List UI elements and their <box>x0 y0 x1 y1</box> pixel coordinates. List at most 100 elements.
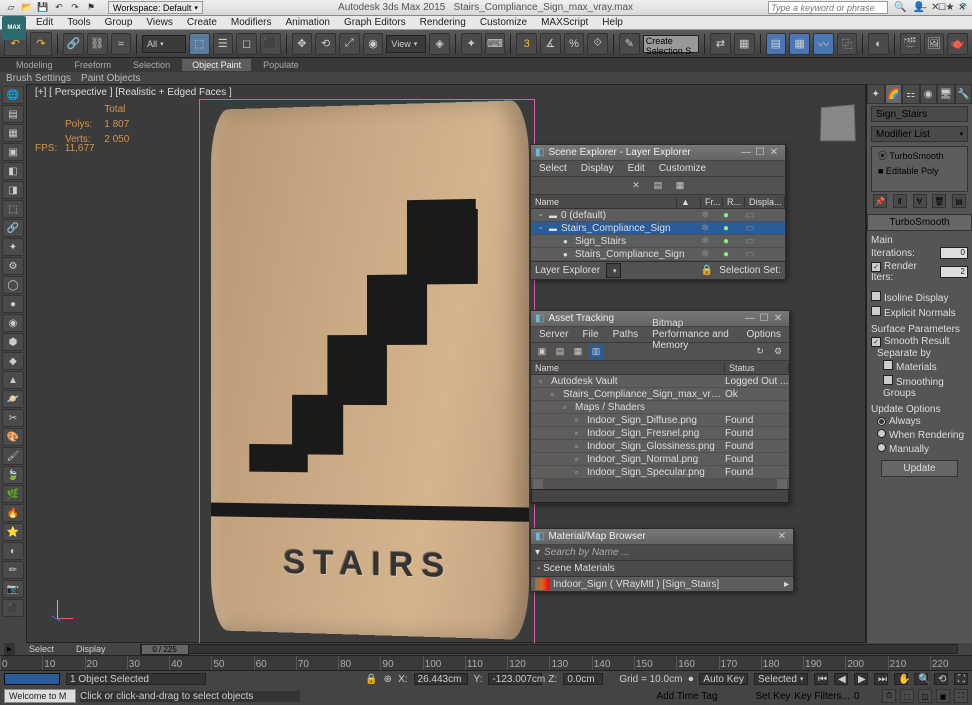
transform-type-icon[interactable]: ⊕ <box>384 674 392 685</box>
infocenter-search-icon[interactable]: 🔍 <box>894 2 906 13</box>
at-row[interactable]: ▫Indoor_Sign_Diffuse.pngFound <box>531 414 789 427</box>
auto-key-button[interactable]: Auto Key <box>699 673 748 685</box>
asset-tracking-max[interactable]: ☐ <box>757 313 771 324</box>
left-tool-4[interactable]: ◧ <box>2 162 24 180</box>
left-tool-14[interactable]: ◆ <box>2 352 24 370</box>
cmd-tab-display[interactable]: 🖥 <box>937 84 955 104</box>
nav-orbit-button[interactable]: ⟲ <box>934 673 948 685</box>
left-tool-12[interactable]: ◉ <box>2 314 24 332</box>
time-config-button[interactable]: ⏱ <box>882 689 896 703</box>
help-search-input[interactable] <box>768 1 888 14</box>
menu-maxscript[interactable]: MAXScript <box>535 17 594 28</box>
se-row[interactable]: -▬Stairs_Compliance_Sign❄●▭ <box>531 222 785 235</box>
modifier-editable-poly[interactable]: ■ Editable Poly <box>872 164 967 178</box>
update-manually-radio[interactable] <box>877 443 886 452</box>
play-next-button[interactable]: ⏭ <box>874 673 888 685</box>
angle-snap-button[interactable]: ∡ <box>540 33 561 55</box>
display-mode-button[interactable]: Display <box>68 643 114 655</box>
cmd-tab-utilities[interactable]: 🔧 <box>955 84 972 104</box>
menu-rendering[interactable]: Rendering <box>414 17 472 28</box>
link-button[interactable]: 🔗 <box>63 33 84 55</box>
qat-project-icon[interactable]: ⚑ <box>84 1 98 15</box>
menu-animation[interactable]: Animation <box>279 17 335 28</box>
sign-object[interactable]: STAIRS <box>211 100 529 640</box>
se-menu-edit[interactable]: Edit <box>622 163 651 174</box>
modifier-turbosmooth[interactable]: ⦿ TurboSmooth <box>872 147 967 164</box>
select-by-name-button[interactable]: ☰ <box>213 33 234 55</box>
at-icon-1[interactable]: ▣ <box>535 345 549 359</box>
cmd-tab-modify[interactable]: 🌈 <box>885 84 903 104</box>
left-tool-23[interactable]: ⭐ <box>2 523 24 541</box>
scale-button[interactable]: ⤢ <box>339 33 360 55</box>
play-start-button[interactable]: ⏮ <box>814 673 828 685</box>
transform-y-field[interactable]: -123.007cm <box>488 673 542 685</box>
asset-tracking-panel[interactable]: ◧Asset Tracking—☐✕ ServerFilePathsBitmap… <box>530 310 790 504</box>
cmd-tab-hierarchy[interactable]: ⚏ <box>902 84 920 104</box>
maxscript-listener[interactable]: Welcome to M <box>4 689 76 703</box>
material-menu-button[interactable]: ▸ <box>784 579 789 590</box>
scene-explorer-tree[interactable]: Name▲Fr...R...Displa... -▬0 (default)❄●▭… <box>531 195 785 261</box>
se-delete-icon[interactable]: ✕ <box>629 179 643 193</box>
scene-explorer-max[interactable]: ☐ <box>753 147 767 158</box>
ribbon-tab-selection[interactable]: Selection <box>123 59 180 71</box>
at-settings-icon[interactable]: ⚙ <box>771 345 785 359</box>
se-menu-select[interactable]: Select <box>533 163 573 174</box>
at-icon-4[interactable]: ▥ <box>589 345 603 359</box>
at-icon-3[interactable]: ▦ <box>571 345 585 359</box>
sep-smoothgroups-checkbox[interactable] <box>883 375 893 385</box>
at-menu-file[interactable]: File <box>576 329 604 340</box>
iterations-spinner[interactable]: 0 <box>940 247 968 259</box>
left-tool-24[interactable]: ◐ <box>2 542 24 560</box>
ribbon-tab-freeform[interactable]: Freeform <box>65 59 122 71</box>
se-menu-display[interactable]: Display <box>575 163 620 174</box>
redo-button[interactable]: ↷ <box>30 32 53 56</box>
move-button[interactable]: ✥ <box>292 33 313 55</box>
layer-explorer-button[interactable]: ▤ <box>766 33 787 55</box>
left-tool-6[interactable]: ⬚ <box>2 200 24 218</box>
left-tool-7[interactable]: 🔗 <box>2 219 24 237</box>
at-row[interactable]: ▫Indoor_Sign_Normal.pngFound <box>531 453 789 466</box>
explicit-normals-checkbox[interactable] <box>871 306 881 316</box>
close-button[interactable]: ✕ <box>952 0 972 14</box>
scene-materials-header[interactable]: - Scene Materials <box>531 561 793 577</box>
at-status-field[interactable] <box>531 489 789 503</box>
se-row[interactable]: -▬0 (default)❄●▭ <box>531 209 785 222</box>
se-footer-dropdown[interactable] <box>606 263 621 278</box>
left-tool-21[interactable]: 🌿 <box>2 485 24 503</box>
menu-tools[interactable]: Tools <box>61 17 96 28</box>
timeline-key-button[interactable] <box>4 673 60 685</box>
update-button[interactable]: Update <box>881 460 958 477</box>
brush-brush-settings[interactable]: Brush Settings <box>6 73 71 84</box>
nav-pan-button[interactable]: ✋ <box>894 673 908 685</box>
viewcube[interactable] <box>820 104 856 141</box>
at-menu-options[interactable]: Options <box>741 329 787 340</box>
nav-maximize[interactable]: ⛶ <box>954 689 968 703</box>
select-region-rect-button[interactable]: ◻ <box>236 33 257 55</box>
placement-button[interactable]: ◉ <box>363 33 384 55</box>
rollout-turbosmooth[interactable]: TurboSmooth <box>867 214 972 231</box>
play-button[interactable]: ▶ <box>854 673 868 685</box>
at-row[interactable]: ▫Indoor_Sign_Fresnel.pngFound <box>531 427 789 440</box>
nav-zoom-extents[interactable]: ⬚ <box>900 689 914 703</box>
key-mode-combo[interactable]: Selected <box>754 673 808 685</box>
left-tool-15[interactable]: ▲ <box>2 371 24 389</box>
left-tool-20[interactable]: 🍃 <box>2 466 24 484</box>
left-tool-22[interactable]: 🔥 <box>2 504 24 522</box>
add-time-tag-button[interactable]: Add Time Tag <box>656 691 717 702</box>
ribbon-tab-object-paint[interactable]: Object Paint <box>182 59 251 71</box>
schematic-view-button[interactable]: ⿻ <box>837 33 858 55</box>
asset-tracking-close[interactable]: ✕ <box>771 313 785 324</box>
nav-zoom-button[interactable]: 🔍 <box>914 673 928 685</box>
menu-modifiers[interactable]: Modifiers <box>225 17 278 28</box>
transform-z-field[interactable]: 0.0cm <box>563 673 603 685</box>
named-selection-combo[interactable]: Create Selection S <box>643 35 700 53</box>
at-scrollbar-thumb[interactable] <box>533 479 543 489</box>
material-item[interactable]: Indoor_Sign ( VRayMtl ) [Sign_Stairs] <box>553 579 784 590</box>
left-tool-2[interactable]: ▦ <box>2 124 24 142</box>
left-tool-5[interactable]: ◨ <box>2 181 24 199</box>
render-production-button[interactable]: 🫖 <box>947 33 968 55</box>
workspace-selector[interactable]: Workspace: Default <box>108 1 203 14</box>
set-key-button[interactable]: Set Key <box>755 691 790 702</box>
frame-field[interactable]: 0 <box>854 691 878 702</box>
qat-new-icon[interactable]: ▱ <box>4 1 18 15</box>
